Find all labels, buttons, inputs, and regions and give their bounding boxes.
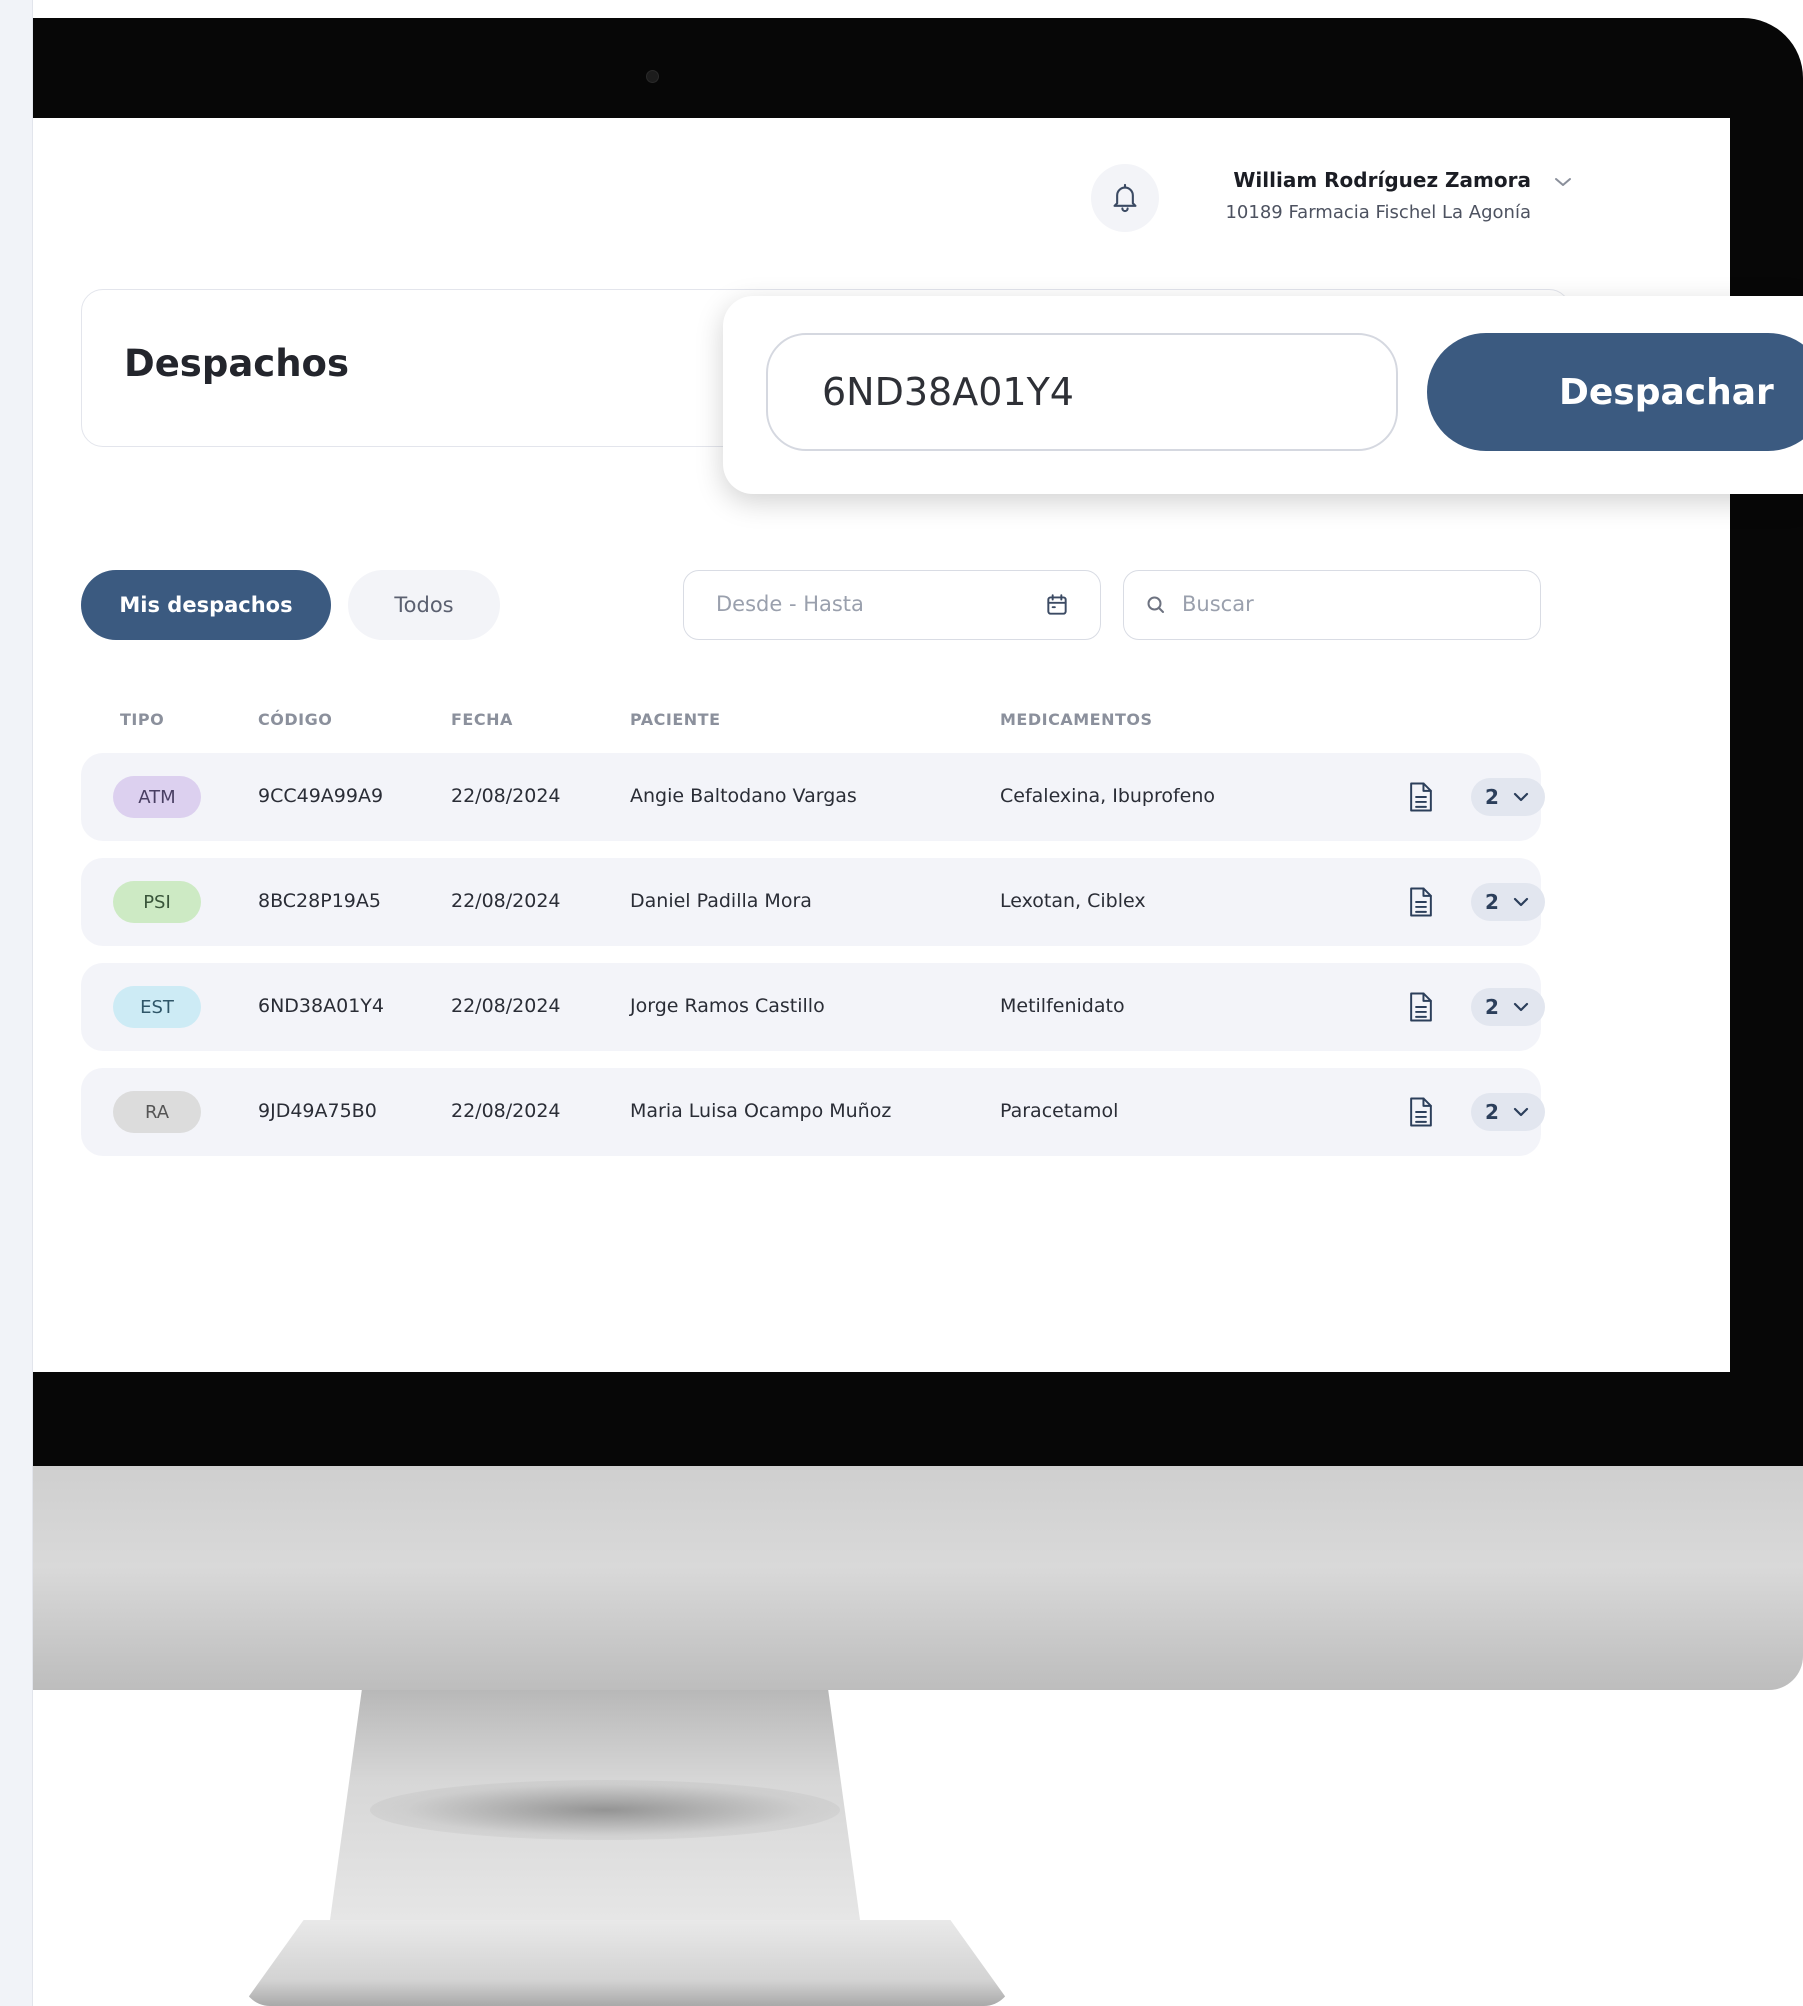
document-icon[interactable]: [1407, 886, 1435, 918]
row-fecha: 22/08/2024: [451, 995, 561, 1017]
chevron-down-icon: [1513, 792, 1529, 802]
search-placeholder: Buscar: [1182, 592, 1254, 616]
tab-todos[interactable]: Todos: [348, 570, 500, 640]
table-row[interactable]: EST 6ND38A01Y4 22/08/2024 Jorge Ramos Ca…: [81, 963, 1545, 1051]
monitor-stand-shadow: [370, 1780, 840, 1840]
quantity-dropdown[interactable]: 2: [1471, 778, 1545, 816]
user-branch: 10189 Farmacia Fischel La Agonía: [1225, 202, 1531, 223]
row-medicamentos: Lexotan, Ciblex: [1000, 890, 1146, 912]
date-range-placeholder: Desde - Hasta: [716, 592, 864, 616]
quantity-value: 2: [1485, 995, 1499, 1019]
type-badge-atm: ATM: [113, 776, 201, 818]
chevron-down-icon: [1513, 1107, 1529, 1117]
type-badge-psi: PSI: [113, 881, 201, 923]
document-icon[interactable]: [1407, 991, 1435, 1023]
notifications-button[interactable]: [1091, 164, 1159, 232]
type-badge-ra: RA: [113, 1091, 201, 1133]
search-field[interactable]: Buscar: [1123, 570, 1541, 640]
row-codigo: 8BC28P19A5: [258, 890, 381, 912]
row-medicamentos: Paracetamol: [1000, 1100, 1119, 1122]
chevron-down-icon: [1513, 897, 1529, 907]
calendar-icon[interactable]: [1044, 592, 1070, 618]
row-fecha: 22/08/2024: [451, 890, 561, 912]
tab-mis-despachos[interactable]: Mis despachos: [81, 570, 331, 640]
row-codigo: 6ND38A01Y4: [258, 995, 384, 1017]
row-fecha: 22/08/2024: [451, 785, 561, 807]
row-medicamentos: Cefalexina, Ibuprofeno: [1000, 785, 1216, 807]
dispatch-code-input[interactable]: [766, 333, 1398, 451]
page-top-edge: [33, 0, 1803, 18]
quantity-dropdown[interactable]: 2: [1471, 988, 1545, 1026]
row-paciente: Maria Luisa Ocampo Muñoz: [630, 1100, 892, 1122]
column-header-medicamentos: MEDICAMENTOS: [1000, 710, 1153, 729]
table-row[interactable]: RA 9JD49A75B0 22/08/2024 Maria Luisa Oca…: [81, 1068, 1545, 1156]
quantity-dropdown[interactable]: 2: [1471, 1093, 1545, 1131]
page-left-strip: [0, 0, 33, 2006]
monitor-stand-foot: [242, 1920, 1012, 2006]
chevron-down-icon: [1513, 1002, 1529, 1012]
row-medicamentos: Metilfenidato: [1000, 995, 1125, 1017]
table-row[interactable]: ATM 9CC49A99A9 22/08/2024 Angie Baltodan…: [81, 753, 1545, 841]
date-range-field[interactable]: Desde - Hasta: [683, 570, 1101, 640]
quantity-dropdown[interactable]: 2: [1471, 883, 1545, 921]
chevron-down-icon[interactable]: [1553, 176, 1573, 188]
row-paciente: Daniel Padilla Mora: [630, 890, 812, 912]
quantity-value: 2: [1485, 785, 1499, 809]
type-badge-est: EST: [113, 986, 201, 1028]
quantity-value: 2: [1485, 1100, 1499, 1124]
row-codigo: 9JD49A75B0: [258, 1100, 377, 1122]
column-header-codigo: CÓDIGO: [258, 710, 333, 729]
search-icon: [1147, 596, 1164, 613]
column-header-tipo: TIPO: [120, 710, 165, 729]
monitor-chin: [33, 1466, 1803, 1690]
user-name: William Rodríguez Zamora: [1233, 168, 1531, 192]
document-icon[interactable]: [1407, 781, 1435, 813]
column-header-fecha: FECHA: [451, 710, 513, 729]
document-icon[interactable]: [1407, 1096, 1435, 1128]
camera-icon: [646, 70, 659, 83]
column-header-paciente: PACIENTE: [630, 710, 721, 729]
dispatch-card: Despachar: [723, 296, 1803, 494]
page-title: Despachos: [124, 342, 349, 385]
dispatch-button[interactable]: Despachar: [1427, 333, 1803, 451]
row-fecha: 22/08/2024: [451, 1100, 561, 1122]
row-codigo: 9CC49A99A9: [258, 785, 384, 807]
table-row[interactable]: PSI 8BC28P19A5 22/08/2024 Daniel Padilla…: [81, 858, 1545, 946]
row-paciente: Angie Baltodano Vargas: [630, 785, 857, 807]
bell-icon: [1113, 183, 1137, 213]
quantity-value: 2: [1485, 890, 1499, 914]
row-paciente: Jorge Ramos Castillo: [630, 995, 825, 1017]
